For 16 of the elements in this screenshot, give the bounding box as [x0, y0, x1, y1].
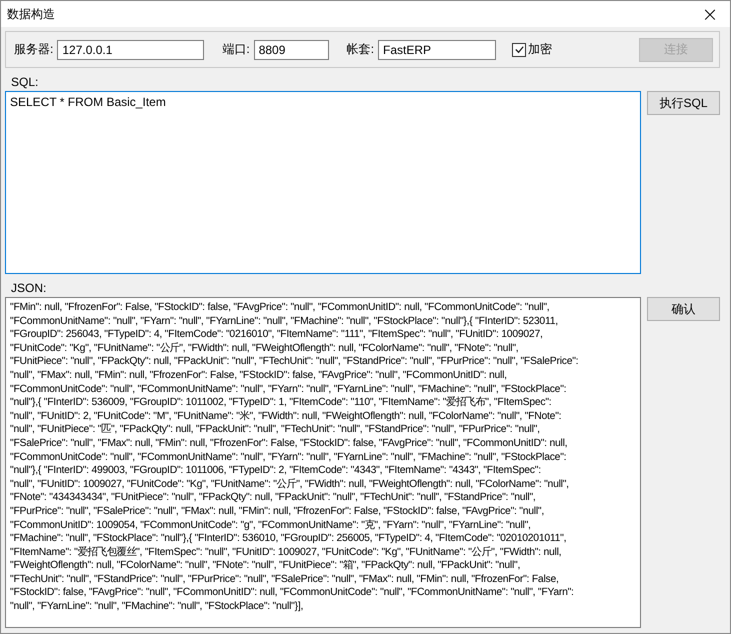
encrypt-label: 加密 — [528, 41, 552, 58]
server-label: 服务器: — [14, 41, 54, 58]
account-field[interactable]: FastERP — [378, 40, 496, 60]
port-field[interactable]: 8809 — [254, 40, 329, 60]
encrypt-checkbox[interactable] — [512, 42, 526, 56]
execute-sql-button[interactable]: 执行SQL — [647, 91, 720, 115]
server-field[interactable]: 127.0.0.1 — [57, 40, 204, 60]
confirm-button[interactable]: 确认 — [647, 297, 720, 321]
sql-label: SQL: — [11, 75, 38, 89]
json-output-field[interactable]: "FMin": null, "FfrozenFor": False, "FStockID": false, "FAvgPrice": "null", "FCommonUnitID": null, "FCommonUnitCode": "null", "FCommonUnitName": "null", "FYarn": "null", "FYarnLine": "null", "FMachine": "null", "FStockPlace": "null"},{ "FInterID": 523011, "FGroupID": 256043, "FTypeID": 4, "FItemCode": "0216010", "FItemName": "111", "FItemSpec": "null", "FUnitID": 1009027, "FUnitCode": "Kg", "FUnitName": "公斤", "FWidth": null, "FWeightOflength": null, "FColorName": "null", "FNote": "null", "FUnitPiece": "null", "FPackQty": null, "FPackUnit": "null", "FTechUnit": "null", "FStandPrice": "null", "FPurPrice": "null", "FSalePrice": "null", "FMax": null, "FMin": null, "FfrozenFor": False, "FStockID": false, "FAvgPrice": "null", "FCommonUnitID": null, "FCommonUnitCode": "null", "FCommonUnitName": "null", "FYarn": "null", "FYarnLine": "null", "FMachine": "null", "FStockPlace": "null"},{ "FInterID": 536009, "FGroupID": 1011002, "FTypeID": 1, "FItemCode": "110", "FItemName": "爱招飞布", "FItemSpec": "null", "FUnitID": 2, "FUnitCode": "M", "FUnitName": "米", "FWidth": null, "FWeightOflength": null, "FColorName": "null", "FNote": "null", "FUnitPiece": "匹", "FPackQty": null, "FPackUnit": "null", "FTechUnit": "null", "FStandPrice": "null", "FPurPrice": "null", "FSalePrice": "null", "FMax": null, "FMin": null, "FfrozenFor": False, "FStockID": false, "FAvgPrice": "null", "FCommonUnitID": null, "FCommonUnitCode": "null", "FCommonUnitName": "null", "FYarn": "null", "FYarnLine": "null", "FMachine": "null", "FStockPlace": "null"},{ "FInterID": 499003, "FGroupID": 1011006, "FTypeID": 2, "FItemCode": "4343", "FItemName": "4343", "FItemSpec": "null", "FUnitID": 1009027, "FUnitCode": "Kg", "FUnitName": "公斤", "FWidth": null, "FWeightOflength": null, "FColorName": "null", "FNote": "434343434", "FUnitPiece": "null", "FPackQty": null, "FPackUnit": "null", "FTechUnit": "null", "FStandPrice": "null", "FPurPrice": "null", "FSalePrice": "null", "FMax": null, "FMin": null, "FfrozenFor": False, "FStockID": false, "FAvgPrice": "null", "FCommonUnitID": 1009054, "FCommonUnitCode": "g", "FCommonUnitName": "克", "FYarn": "null", "FYarnLine": "null", "FMachine": "null", "FStockPlace": "null"},{ "FInterID": 536010, "FGroupID": 256005, "FTypeID": 4, "FItemCode": "02010201011", "FItemName": "爱招飞包覆丝", "FItemSpec": "null", "FUnitID": 1009027, "FUnitCode": "Kg", "FUnitName": "公斤", "FWidth": null, "FWeightOflength": null, "FColorName": "null", "FNote": "null", "FUnitPiece": "箱", "FPackQty": null, "FPackUnit": "null", "FTechUnit": "null", "FStandPrice": "null", "FPurPrice": "null", "FSalePrice": "null", "FMax": null, "FMin": null, "FfrozenFor": False, "FStockID": false, "FAvgPrice": "null", "FCommonUnitID": null, "FCommonUnitCode": "null", "FCommonUnitName": "null", "FYarn": "null", "FYarnLine": "null", "FMachine": "null", "FStockPlace": "null"}], — [5, 297, 641, 628]
port-label: 端口: — [222, 41, 250, 58]
window-title: 数据构造 — [7, 6, 55, 22]
close-button[interactable]: × — [690, 1, 730, 27]
json-label: JSON: — [11, 281, 46, 295]
sql-field[interactable]: SELECT * FROM Basic_Item — [5, 91, 641, 274]
account-label: 帐套: — [346, 41, 374, 58]
